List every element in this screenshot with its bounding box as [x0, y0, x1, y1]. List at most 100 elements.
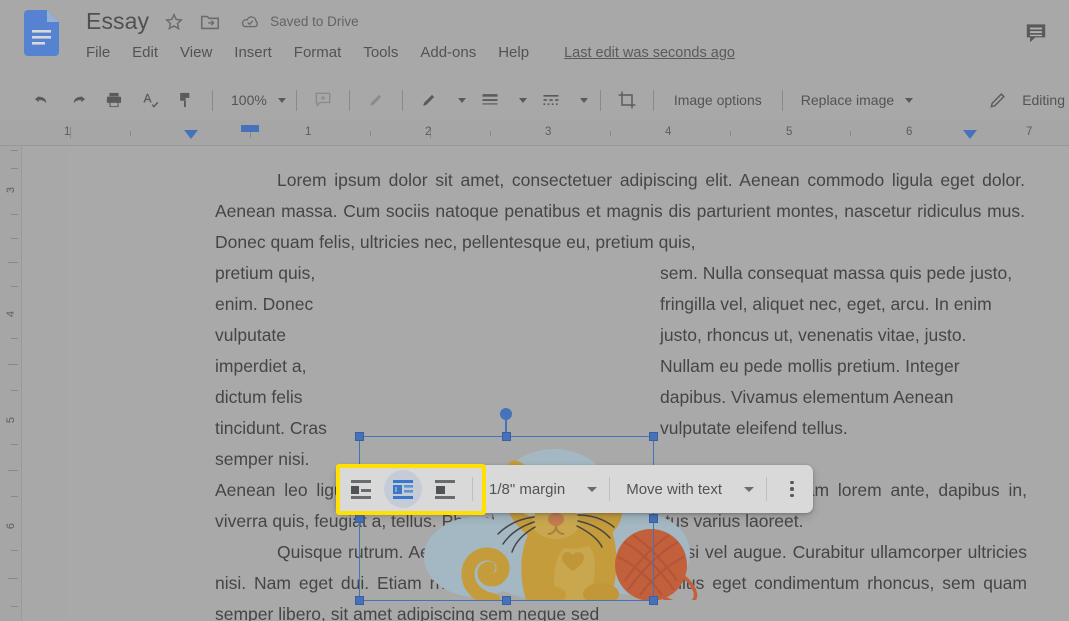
menu-view[interactable]: View — [169, 42, 223, 63]
google-docs-window: Essay Saved to Drive File Edit View Inse… — [0, 0, 1069, 621]
resize-handle-top-left[interactable] — [355, 432, 364, 441]
vertical-ruler[interactable]: 3 4 5 6 — [0, 146, 22, 621]
ruler-number: 2 — [425, 126, 432, 138]
text-right-of-image[interactable]: sem. Nulla consequat massa quis pede jus… — [660, 258, 1016, 444]
toolbar-divider — [766, 477, 768, 501]
dot — [790, 480, 794, 485]
print-icon[interactable] — [98, 84, 130, 116]
ruler-number: 5 — [786, 126, 793, 138]
chevron-down-icon — [905, 97, 914, 103]
paint-format-icon[interactable] — [170, 84, 202, 116]
resize-handle-bottom-left[interactable] — [355, 596, 364, 605]
chevron-down-icon — [587, 486, 598, 492]
menu-help[interactable]: Help — [487, 42, 540, 63]
ruler-number-v: 3 — [5, 186, 17, 194]
horizontal-ruler[interactable]: 1 1 2 3 4 5 6 7 — [0, 120, 1069, 146]
more-options-icon[interactable] — [775, 472, 809, 506]
menu-tools[interactable]: Tools — [352, 42, 409, 63]
highlight-pen-icon[interactable] — [360, 84, 392, 116]
menu-file[interactable]: File — [86, 42, 121, 63]
cloud-saved-icon — [239, 11, 261, 33]
resize-handle-middle-left[interactable] — [355, 514, 364, 523]
position-selector[interactable]: Move with text — [616, 472, 760, 506]
replace-image-button[interactable]: Replace image — [791, 85, 915, 115]
crop-icon[interactable] — [611, 84, 643, 116]
undo-icon[interactable] — [26, 84, 58, 116]
resize-handle-top-right[interactable] — [649, 432, 658, 441]
google-docs-icon[interactable] — [24, 10, 59, 56]
replace-image-label: Replace image — [800, 92, 895, 108]
title-row: Essay Saved to Drive — [86, 8, 359, 35]
menu-bar: File Edit View Insert Format Tools Add-o… — [86, 42, 735, 63]
menu-addons[interactable]: Add-ons — [409, 42, 487, 63]
zoom-value: 100% — [231, 92, 267, 108]
chevron-down-icon[interactable] — [457, 97, 466, 103]
save-status[interactable]: Saved to Drive — [239, 11, 359, 33]
menu-format[interactable]: Format — [283, 42, 353, 63]
toolbar-divider — [401, 89, 403, 111]
image-floating-toolbar: 1/8" margin Move with text — [336, 465, 814, 513]
last-edit-link[interactable]: Last edit was seconds ago — [564, 45, 735, 61]
margin-selector[interactable]: 1/8" margin — [479, 472, 603, 506]
resize-handle-bottom-center[interactable] — [502, 596, 511, 605]
rotation-handle[interactable] — [500, 408, 512, 420]
toolbar-divider — [348, 89, 350, 111]
menu-edit[interactable]: Edit — [121, 42, 169, 63]
ruler-number-v: 4 — [5, 310, 17, 318]
dot — [790, 487, 794, 491]
comment-icon[interactable] — [1015, 12, 1057, 54]
wrap-option-wrap-text[interactable] — [384, 470, 422, 508]
redo-icon[interactable] — [62, 84, 94, 116]
menu-insert[interactable]: Insert — [223, 42, 283, 63]
main-toolbar: 100% Image options Replace image Editing — [0, 80, 1069, 120]
chevron-down-icon — [277, 97, 286, 103]
position-value: Move with text — [626, 480, 723, 498]
border-color-icon[interactable] — [413, 84, 445, 116]
zoom-selector[interactable]: 100% — [221, 85, 288, 115]
resize-handle-bottom-right[interactable] — [649, 596, 658, 605]
spellcheck-icon[interactable] — [134, 84, 166, 116]
paragraph-1[interactable]: Lorem ipsum dolor sit amet, consectetuer… — [215, 165, 1025, 258]
page-canvas: Lorem ipsum dolor sit amet, consectetuer… — [68, 146, 1069, 621]
pencil-icon — [982, 84, 1014, 116]
resize-handle-top-center[interactable] — [502, 432, 511, 441]
chevron-down-icon[interactable] — [518, 97, 527, 103]
chevron-down-icon[interactable] — [579, 97, 588, 103]
wrap-option-break-text[interactable] — [426, 470, 464, 508]
first-line-indent-marker[interactable] — [241, 125, 259, 132]
left-indent-marker[interactable] — [184, 130, 198, 139]
move-to-folder-icon[interactable] — [199, 11, 221, 33]
toolbar-divider — [609, 477, 611, 501]
resize-handle-middle-right[interactable] — [649, 514, 658, 523]
ruler-number-v: 5 — [5, 416, 17, 424]
toolbar-divider — [472, 477, 473, 501]
app-header: Essay Saved to Drive File Edit View Inse… — [0, 0, 1069, 68]
ruler-number: 4 — [665, 126, 672, 138]
ruler-number: 6 — [906, 126, 913, 138]
toolbar-divider — [295, 89, 297, 111]
image-options-button[interactable]: Image options — [662, 85, 774, 115]
page-title[interactable]: Essay — [86, 8, 149, 35]
ruler-number: 1 — [305, 126, 312, 138]
toolbar-divider — [212, 89, 213, 111]
toolbar-divider — [781, 89, 783, 111]
editing-mode-label: Editing — [1022, 92, 1065, 108]
text-left-of-image[interactable]: pretium quis, enim. Donec vulputate impe… — [215, 258, 343, 475]
border-dash-icon[interactable] — [535, 84, 567, 116]
save-status-label: Saved to Drive — [270, 14, 359, 29]
toolbar-divider — [599, 89, 601, 111]
border-weight-icon[interactable] — [474, 84, 506, 116]
ruler-number-v: 6 — [5, 522, 17, 530]
star-icon[interactable] — [163, 11, 185, 33]
add-comment-icon[interactable] — [307, 84, 339, 116]
toolbar-divider — [652, 89, 654, 111]
ruler-number: 1 — [64, 126, 71, 138]
right-indent-marker[interactable] — [963, 130, 977, 139]
editing-mode-selector[interactable]: Editing — [980, 84, 1069, 116]
ruler-number: 3 — [545, 126, 552, 138]
margin-value: 1/8" margin — [489, 480, 566, 498]
document-page[interactable]: Lorem ipsum dolor sit amet, consectetuer… — [22, 146, 1069, 621]
wrap-option-inline-with-text[interactable] — [342, 470, 380, 508]
ruler-number: 7 — [1026, 126, 1033, 138]
chevron-down-icon — [744, 486, 755, 492]
